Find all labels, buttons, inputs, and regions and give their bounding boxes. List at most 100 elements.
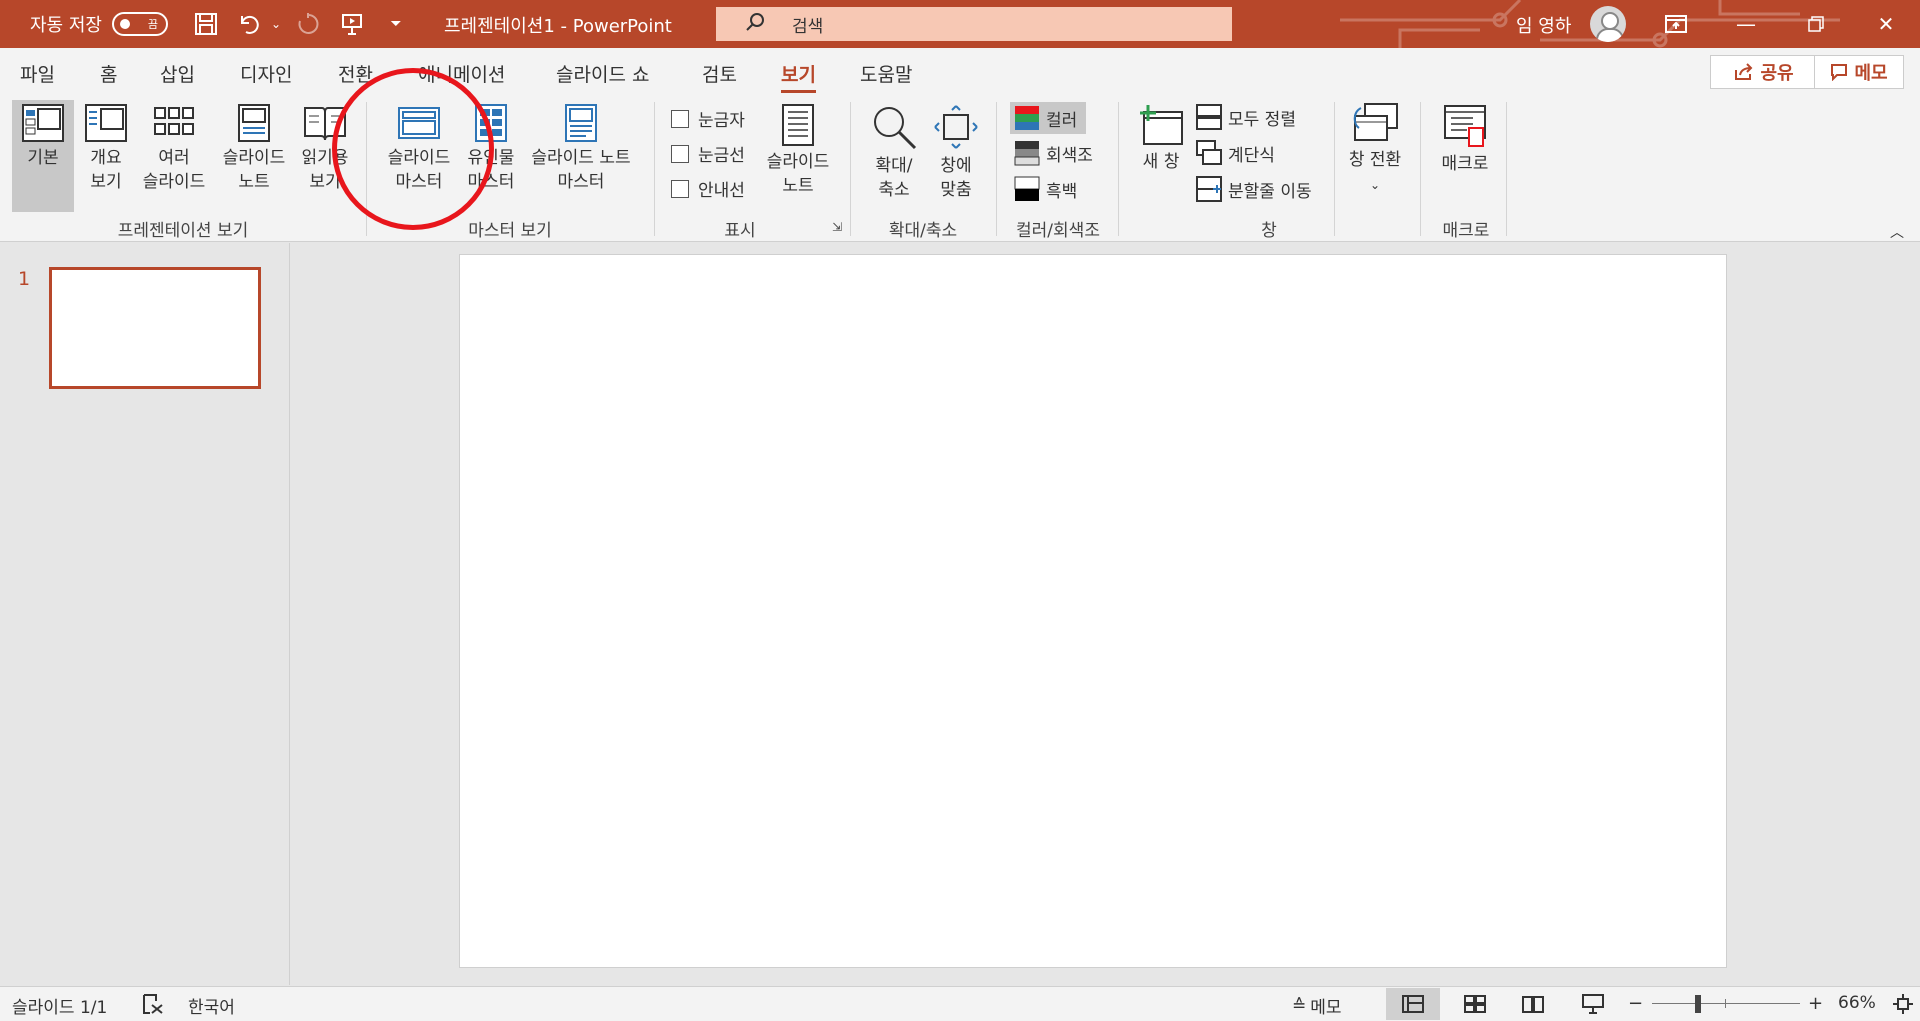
color-button[interactable]: 컬러	[1010, 102, 1086, 134]
show-group-label: 표시	[724, 221, 756, 241]
notes-toggle[interactable]: ≙ 메모	[1292, 993, 1342, 1019]
undo-icon[interactable]	[236, 10, 264, 38]
cascade-icon	[1196, 140, 1222, 165]
notes-master-label-1: 슬라이드 노트	[531, 148, 631, 168]
highlight-circle	[332, 68, 494, 230]
search-box[interactable]: 검색	[716, 7, 1232, 41]
tab-help[interactable]: 도움말	[860, 60, 912, 87]
guides-checkbox[interactable]: 안내선	[671, 176, 745, 201]
comments-button[interactable]: 메모	[1814, 55, 1904, 89]
guides-checkbox-box[interactable]	[671, 179, 689, 198]
autosave-state: 끔	[147, 18, 158, 31]
save-icon[interactable]	[192, 10, 220, 38]
ruler-label: 눈금자	[698, 111, 745, 131]
restore-icon[interactable]	[1796, 8, 1836, 40]
grayscale-button[interactable]: 회색조	[1014, 140, 1093, 166]
collapse-ribbon-icon[interactable]: ︿	[1890, 222, 1904, 242]
comments-label: 메모	[1854, 63, 1888, 84]
presentation-start-icon[interactable]	[338, 10, 366, 38]
outline-view-label-2: 보기	[90, 172, 122, 192]
undo-dropdown-icon[interactable]: ⌄	[262, 10, 290, 38]
gridlines-checkbox[interactable]: 눈금선	[671, 141, 745, 166]
zoom-button[interactable]: 확대/ 축소	[862, 104, 926, 202]
gridlines-label: 눈금선	[698, 146, 745, 166]
ruler-checkbox-box[interactable]	[671, 109, 689, 128]
separator	[1420, 102, 1421, 236]
tab-home[interactable]: 홈	[100, 60, 117, 87]
presentation-views-group-label: 프레젠테이션 보기	[117, 221, 249, 241]
notes-label-1: 슬라이드	[766, 152, 830, 172]
zoom-slider-thumb[interactable]	[1695, 995, 1701, 1013]
close-icon[interactable]: ✕	[1866, 8, 1906, 40]
new-window-button[interactable]: 새 창	[1130, 104, 1192, 174]
customize-toolbar-icon[interactable]: ⏷	[382, 10, 410, 38]
slide-canvas[interactable]	[459, 254, 1727, 968]
new-window-label: 새 창	[1142, 152, 1180, 172]
move-split-button[interactable]: 분할줄 이동	[1196, 176, 1312, 202]
tab-view[interactable]: 보기	[781, 60, 816, 93]
cascade-button[interactable]: 계단식	[1196, 140, 1275, 166]
arrange-all-button[interactable]: 모두 정렬	[1196, 104, 1296, 130]
slideshow-status-button[interactable]	[1566, 988, 1620, 1020]
minimize-icon[interactable]: —	[1726, 8, 1766, 40]
zoom-icon	[874, 107, 917, 150]
switch-windows-label: 창 전환	[1348, 150, 1402, 170]
tab-design[interactable]: 디자인	[240, 60, 292, 87]
normal-view-button[interactable]: 기본	[12, 100, 74, 212]
notes-page-button[interactable]: 슬라이드 노트	[216, 104, 292, 194]
tab-slideshow[interactable]: 슬라이드 쇼	[556, 60, 649, 87]
normal-view-status-button[interactable]	[1386, 988, 1440, 1020]
slide-thumbnail[interactable]	[49, 267, 261, 389]
tab-file[interactable]: 파일	[20, 60, 55, 87]
tab-insert[interactable]: 삽입	[160, 60, 195, 87]
black-white-label: 흑백	[1046, 181, 1078, 202]
slideshow-status-icon	[1582, 994, 1604, 1014]
black-white-button[interactable]: 흑백	[1014, 176, 1077, 202]
new-window-icon	[1140, 105, 1183, 145]
autosave-control[interactable]: 자동 저장 끔	[30, 11, 168, 37]
avatar[interactable]	[1590, 6, 1626, 42]
spellcheck-icon[interactable]	[142, 993, 164, 1015]
black-white-swatch-icon	[1014, 176, 1040, 201]
share-button[interactable]: 공유	[1710, 55, 1818, 89]
notes-master-button[interactable]: 슬라이드 노트 마스터	[524, 104, 638, 194]
normal-view-icon	[22, 104, 64, 142]
slide-sorter-icon	[154, 107, 194, 135]
ribbon-tabs: 파일 홈 삽입 디자인 전환 애니메이션 슬라이드 쇼 검토 보기 도움말	[0, 48, 1920, 94]
ribbon-display-options-icon[interactable]	[1656, 8, 1696, 40]
separator	[654, 102, 655, 236]
language[interactable]: 한국어	[188, 993, 235, 1018]
cascade-label: 계단식	[1228, 145, 1275, 166]
notes-label-2: 노트	[782, 176, 814, 196]
switch-windows-button[interactable]: 창 전환 ⌄	[1340, 102, 1410, 197]
notes-page-label-2: 노트	[238, 172, 270, 192]
fit-to-window-button[interactable]: 창에 맞춤	[930, 104, 982, 202]
zoom-label-1: 확대/	[875, 156, 913, 176]
reading-view-status-button[interactable]	[1506, 988, 1560, 1020]
gridlines-checkbox-box[interactable]	[671, 144, 689, 163]
notes-toggle-button[interactable]: 슬라이드 노트	[758, 104, 838, 198]
zoom-in-icon[interactable]: +	[1808, 993, 1823, 1014]
outline-view-button[interactable]: 개요 보기	[80, 104, 132, 194]
ruler-checkbox[interactable]: 눈금자	[671, 106, 745, 131]
notes-status-label: 메모	[1310, 998, 1342, 1018]
fit-slide-icon[interactable]	[1892, 993, 1914, 1015]
zoom-level[interactable]: 66%	[1838, 993, 1876, 1013]
tab-review[interactable]: 검토	[702, 60, 737, 87]
user-name[interactable]: 임 영하	[1516, 12, 1571, 38]
slide-sorter-label-2: 슬라이드	[142, 172, 206, 192]
separator	[1118, 102, 1119, 236]
redo-icon[interactable]	[294, 10, 322, 38]
macros-button[interactable]: 매크로	[1432, 104, 1498, 176]
zoom-out-icon[interactable]: −	[1628, 993, 1643, 1014]
zoom-group-label: 확대/축소	[888, 221, 958, 241]
separator	[850, 102, 851, 236]
dialog-launcher-icon[interactable]: ⇲	[832, 220, 842, 234]
autosave-toggle[interactable]: 끔	[111, 12, 168, 36]
slide-sorter-button[interactable]: 여러 슬라이드	[138, 104, 210, 194]
fit-label-1: 창에	[940, 156, 972, 176]
notes-page-label-1: 슬라이드	[222, 148, 286, 168]
zoom-slider-track[interactable]	[1652, 1003, 1800, 1004]
normal-view-label: 기본	[27, 148, 59, 168]
slide-sorter-status-button[interactable]	[1448, 988, 1502, 1020]
